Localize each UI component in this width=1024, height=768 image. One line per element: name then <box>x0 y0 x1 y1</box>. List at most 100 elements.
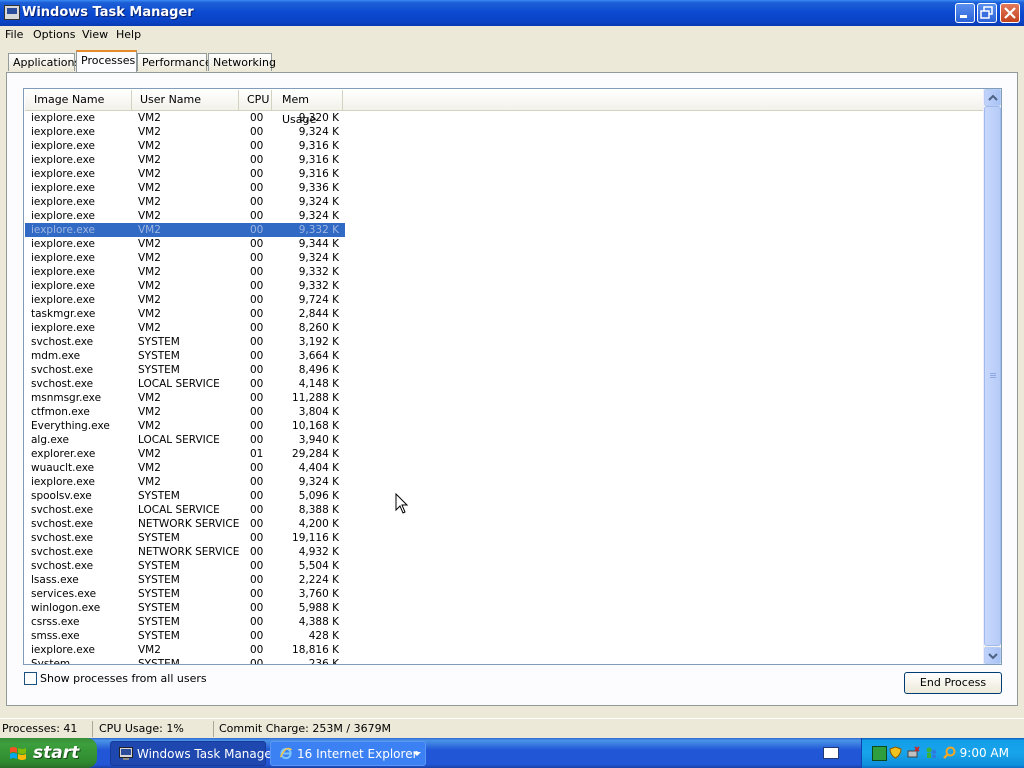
process-image-name: explorer.exe <box>31 448 96 460</box>
process-row[interactable]: spoolsv.exe SYSTEM 00 5,096 K <box>25 489 345 503</box>
process-row[interactable]: svchost.exe SYSTEM 00 3,192 K <box>25 335 345 349</box>
thumb-grip <box>990 377 996 378</box>
keyboard-icon[interactable] <box>823 747 839 759</box>
process-row[interactable]: svchost.exe NETWORK SERVICE 00 4,200 K <box>25 517 345 531</box>
process-row[interactable]: iexplore.exe VM2 00 9,324 K <box>25 209 345 223</box>
process-row[interactable]: svchost.exe SYSTEM 00 5,504 K <box>25 559 345 573</box>
process-image-name: iexplore.exe <box>31 266 95 278</box>
process-cpu: 00 <box>250 238 264 250</box>
process-cpu: 00 <box>250 602 264 614</box>
column-mem-usage[interactable]: Mem Usage <box>272 90 343 126</box>
process-image-name: Everything.exe <box>31 420 110 432</box>
close-button[interactable] <box>1000 3 1020 23</box>
process-row[interactable]: msnmsgr.exe VM2 00 11,288 K <box>25 391 345 405</box>
show-all-users-checkbox[interactable] <box>24 672 37 685</box>
safely-remove-icon[interactable] <box>907 746 920 759</box>
process-cpu: 00 <box>250 532 264 544</box>
process-image-name: svchost.exe <box>31 336 94 348</box>
start-label: start <box>33 743 80 763</box>
process-row[interactable]: iexplore.exe VM2 00 9,336 K <box>25 181 345 195</box>
process-row[interactable]: wuauclt.exe VM2 00 4,404 K <box>25 461 345 475</box>
security-shield-icon[interactable] <box>889 746 902 759</box>
start-button[interactable]: start <box>0 738 97 768</box>
process-row[interactable]: iexplore.exe VM2 00 8,260 K <box>25 321 345 335</box>
scrollbar-thumb[interactable] <box>984 106 1001 646</box>
process-image-name: smss.exe <box>31 630 80 642</box>
process-row[interactable]: iexplore.exe VM2 00 9,324 K <box>25 475 345 489</box>
process-row[interactable]: explorer.exe VM2 01 29,284 K <box>25 447 345 461</box>
process-row[interactable]: ctfmon.exe VM2 00 3,804 K <box>25 405 345 419</box>
process-row[interactable]: iexplore.exe VM2 00 9,344 K <box>25 237 345 251</box>
process-row[interactable]: svchost.exe LOCAL SERVICE 00 8,388 K <box>25 503 345 517</box>
process-row[interactable]: iexplore.exe VM2 00 9,316 K <box>25 167 345 181</box>
vertical-scrollbar[interactable] <box>983 89 1001 664</box>
process-image-name: svchost.exe <box>31 560 94 572</box>
taskbar-internet-explorer-group[interactable]: 16 Internet Explorer <box>270 741 426 766</box>
status-commit-charge: Commit Charge: 253M / 3679M <box>219 722 392 735</box>
process-row[interactable]: winlogon.exe SYSTEM 00 5,988 K <box>25 601 345 615</box>
title-bar[interactable]: Windows Task Manager <box>0 0 1024 26</box>
process-mem-usage: 19,116 K <box>292 532 339 544</box>
process-mem-usage: 9,324 K <box>298 210 339 222</box>
search-icon[interactable] <box>943 746 956 759</box>
column-cpu[interactable]: CPU <box>239 90 272 110</box>
process-row[interactable]: iexplore.exe VM2 00 9,324 K <box>25 195 345 209</box>
tab-networking[interactable]: Networking <box>208 53 276 71</box>
menu-file[interactable]: File <box>5 28 23 41</box>
process-row[interactable]: taskmgr.exe VM2 00 2,844 K <box>25 307 345 321</box>
process-mem-usage: 5,096 K <box>298 490 339 502</box>
process-user-name: SYSTEM <box>138 602 180 614</box>
process-row[interactable]: iexplore.exe VM2 00 9,324 K <box>25 251 345 265</box>
process-row[interactable]: lsass.exe SYSTEM 00 2,224 K <box>25 573 345 587</box>
column-image-name[interactable]: Image Name <box>25 90 132 110</box>
process-user-name: SYSTEM <box>138 364 180 376</box>
menu-help[interactable]: Help <box>116 28 141 41</box>
tab-processes[interactable]: Processes <box>76 50 137 72</box>
process-row[interactable]: iexplore.exe VM2 00 9,332 K <box>25 223 345 237</box>
process-image-name: csrss.exe <box>31 616 80 628</box>
end-process-button[interactable]: End Process <box>904 672 1002 694</box>
tab-applications[interactable]: Applications <box>8 53 80 71</box>
scroll-up-button[interactable] <box>984 89 1001 106</box>
process-mem-usage: 9,344 K <box>298 238 339 250</box>
process-row[interactable]: alg.exe LOCAL SERVICE 00 3,940 K <box>25 433 345 447</box>
process-row[interactable]: iexplore.exe VM2 00 9,316 K <box>25 153 345 167</box>
process-row[interactable]: iexplore.exe VM2 00 9,724 K <box>25 293 345 307</box>
network-icon[interactable] <box>872 746 887 761</box>
process-row[interactable]: smss.exe SYSTEM 00 428 K <box>25 629 345 643</box>
taskbar-task-manager-label: Windows Task Manager <box>137 747 277 761</box>
tab-performance[interactable]: Performance <box>137 53 212 71</box>
process-user-name: SYSTEM <box>138 336 180 348</box>
menu-options[interactable]: Options <box>33 28 75 41</box>
process-row[interactable]: svchost.exe NETWORK SERVICE 00 4,932 K <box>25 545 345 559</box>
process-user-name: SYSTEM <box>138 630 180 642</box>
process-row[interactable]: iexplore.exe VM2 00 18,816 K <box>25 643 345 657</box>
process-list[interactable]: Image Name User Name CPU Mem Usage iexpl… <box>23 88 1002 665</box>
process-row[interactable]: System SYSTEM 00 236 K <box>25 657 345 664</box>
process-row[interactable]: iexplore.exe VM2 00 9,320 K <box>25 111 345 125</box>
minimize-button[interactable] <box>955 3 975 23</box>
process-mem-usage: 9,324 K <box>298 126 339 138</box>
taskbar-clock[interactable]: 9:00 AM <box>960 746 1009 760</box>
scroll-down-button[interactable] <box>984 647 1001 664</box>
process-row[interactable]: svchost.exe SYSTEM 00 8,496 K <box>25 363 345 377</box>
process-row[interactable]: iexplore.exe VM2 00 9,332 K <box>25 279 345 293</box>
process-row[interactable]: iexplore.exe VM2 00 9,316 K <box>25 139 345 153</box>
menu-view[interactable]: View <box>82 28 108 41</box>
process-mem-usage: 3,760 K <box>298 588 339 600</box>
process-row[interactable]: svchost.exe LOCAL SERVICE 00 4,148 K <box>25 377 345 391</box>
process-row[interactable]: mdm.exe SYSTEM 00 3,664 K <box>25 349 345 363</box>
process-row[interactable]: svchost.exe SYSTEM 00 19,116 K <box>25 531 345 545</box>
taskbar-task-manager[interactable]: Windows Task Manager <box>110 741 277 766</box>
process-row[interactable]: csrss.exe SYSTEM 00 4,388 K <box>25 615 345 629</box>
column-user-name[interactable]: User Name <box>132 90 239 110</box>
restore-button[interactable] <box>977 3 997 23</box>
process-row[interactable]: Everything.exe VM2 00 10,168 K <box>25 419 345 433</box>
process-row[interactable]: iexplore.exe VM2 00 9,324 K <box>25 125 345 139</box>
process-row[interactable]: iexplore.exe VM2 00 9,332 K <box>25 265 345 279</box>
messenger-icon[interactable] <box>925 746 938 759</box>
show-all-users-label[interactable]: Show processes from all users <box>40 672 207 685</box>
process-row[interactable]: services.exe SYSTEM 00 3,760 K <box>25 587 345 601</box>
process-cpu: 00 <box>250 112 264 124</box>
process-user-name: SYSTEM <box>138 532 180 544</box>
